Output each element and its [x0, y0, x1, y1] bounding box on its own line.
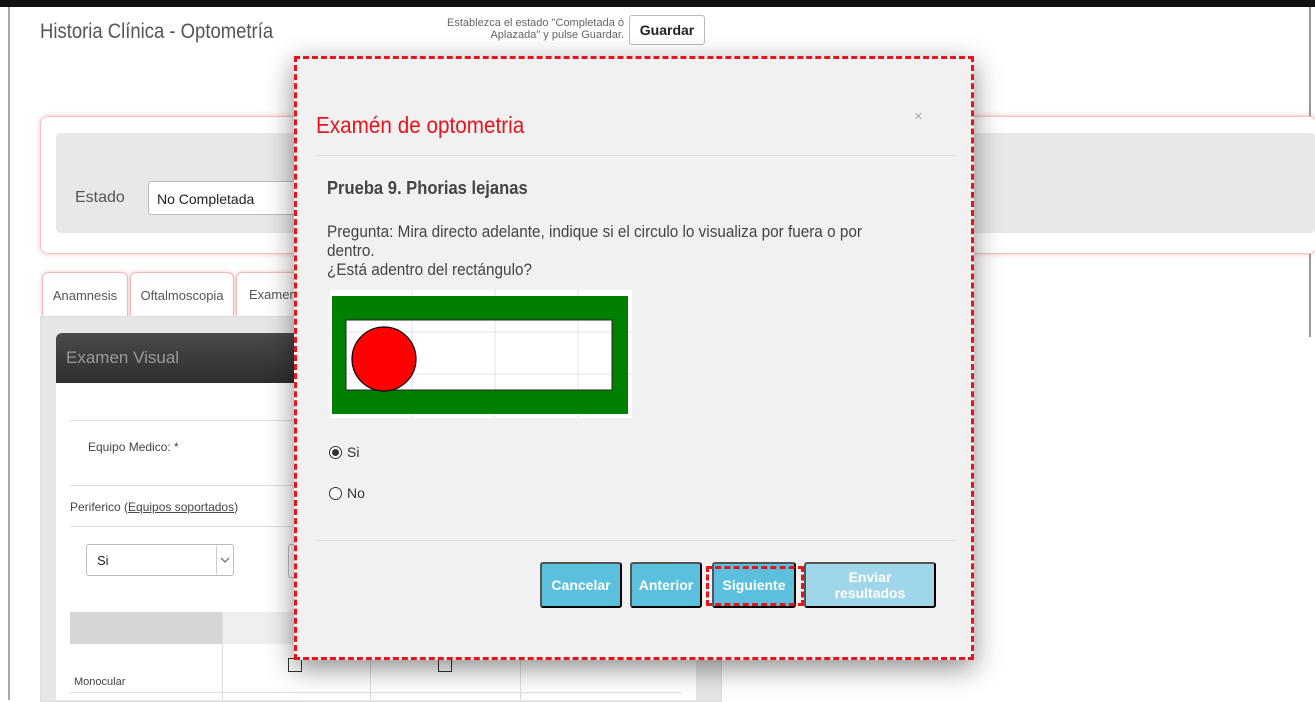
modal-divider [316, 540, 956, 541]
option-no-label: No [347, 485, 365, 501]
periferico-close: ) [234, 500, 239, 514]
save-hint: Establezca el estado "Completada ó Aplaz… [418, 17, 624, 41]
left-border [8, 7, 10, 700]
estado-select[interactable]: No Completada [148, 181, 308, 215]
radio-si[interactable] [329, 445, 342, 459]
modal-divider [316, 155, 956, 156]
send-results-button[interactable]: Enviar resultados [804, 562, 936, 608]
periferico-label: Periferico (Equipos soportados) [70, 500, 238, 514]
row-label-monocular: Monocular [74, 676, 126, 688]
equipos-soportados-link[interactable]: Equipos soportados [128, 500, 234, 514]
table-divider [222, 612, 223, 700]
tab-oftalmoscopia[interactable]: Oftalmoscopia [130, 272, 234, 317]
phoria-test-image [330, 290, 632, 418]
close-icon[interactable]: × [914, 108, 923, 125]
red-circle [351, 326, 417, 392]
equipo-label: Equipo Medico: * [88, 440, 179, 454]
test-question-line2: ¿Está adentro del rectángulo? [327, 260, 532, 279]
test-title: Prueba 9. Phorias lejanas [327, 178, 528, 198]
cancel-button[interactable]: Cancelar [540, 562, 622, 608]
previous-button[interactable]: Anterior [630, 562, 702, 608]
save-hint-line2: Aplazada" y pulse Guardar. [490, 29, 624, 41]
periferico-select[interactable]: Si [86, 544, 234, 576]
modal-title: Examén de optometria [316, 112, 525, 138]
test-question: Pregunta: Mira directo adelante, indique… [327, 222, 894, 279]
save-button[interactable]: Guardar [629, 15, 705, 45]
chevron-down-icon[interactable] [216, 546, 233, 574]
next-button-highlight [706, 566, 804, 606]
monocular-checkbox[interactable] [288, 658, 302, 672]
option-si-label: Si [347, 444, 360, 460]
table-header-cell [70, 612, 222, 644]
tab-anamnesis[interactable]: Anamnesis [42, 272, 128, 317]
save-hint-line1: Establezca el estado "Completada ó [447, 17, 624, 29]
monocular-checkbox[interactable] [438, 658, 452, 672]
page-title: Historia Clínica - Optometría [40, 20, 274, 43]
test-question-line1: Pregunta: Mira directo adelante, indique… [327, 222, 862, 260]
estado-label: Estado [75, 189, 125, 206]
radio-no[interactable] [329, 486, 342, 500]
option-si[interactable]: Si [329, 444, 359, 460]
periferico-text: Periferico ( [70, 500, 129, 514]
top-bar [0, 0, 1315, 7]
option-no[interactable]: No [329, 485, 365, 501]
